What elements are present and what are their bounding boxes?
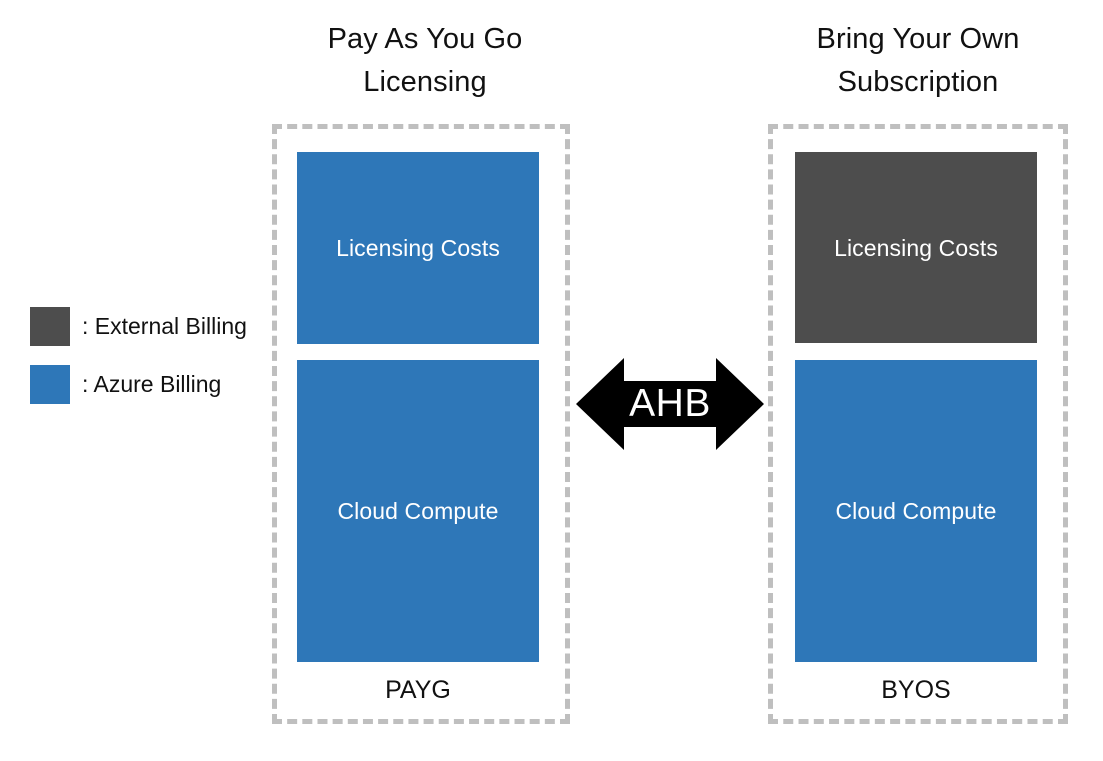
block-byos-licensing-costs: Licensing Costs xyxy=(795,152,1037,343)
panel-label-payg: PAYG xyxy=(385,676,451,704)
legend-item-label: : Azure Billing xyxy=(82,371,222,397)
azure-billing-swatch-icon xyxy=(30,364,70,404)
block-label: Licensing Costs xyxy=(336,235,500,261)
legend-item-label: : External Billing xyxy=(82,313,247,339)
column-title-byos: Bring Your Own Subscription xyxy=(816,23,1020,98)
legend-item-azure-billing: : Azure Billing xyxy=(30,364,260,404)
panel-label-byos: BYOS xyxy=(881,676,951,704)
legend-item-external-billing: : External Billing xyxy=(30,306,260,346)
external-billing-swatch-icon xyxy=(30,306,70,346)
block-label: Licensing Costs xyxy=(834,234,998,261)
diagram-canvas: Pay As You Go Licensing Bring Your Own S… xyxy=(0,0,1103,761)
block-byos-cloud-compute: Cloud Compute xyxy=(795,360,1037,662)
column-title-payg: Pay As You Go Licensing xyxy=(327,23,523,98)
block-label: Cloud Compute xyxy=(337,498,499,524)
legend: : External Billing : Azure Billing xyxy=(30,306,260,422)
ahb-double-headed-arrow-icon xyxy=(576,354,764,454)
block-payg-cloud-compute: Cloud Compute xyxy=(297,360,539,662)
block-payg-licensing-costs: Licensing Costs xyxy=(297,152,539,344)
block-label: Cloud Compute xyxy=(835,498,997,524)
